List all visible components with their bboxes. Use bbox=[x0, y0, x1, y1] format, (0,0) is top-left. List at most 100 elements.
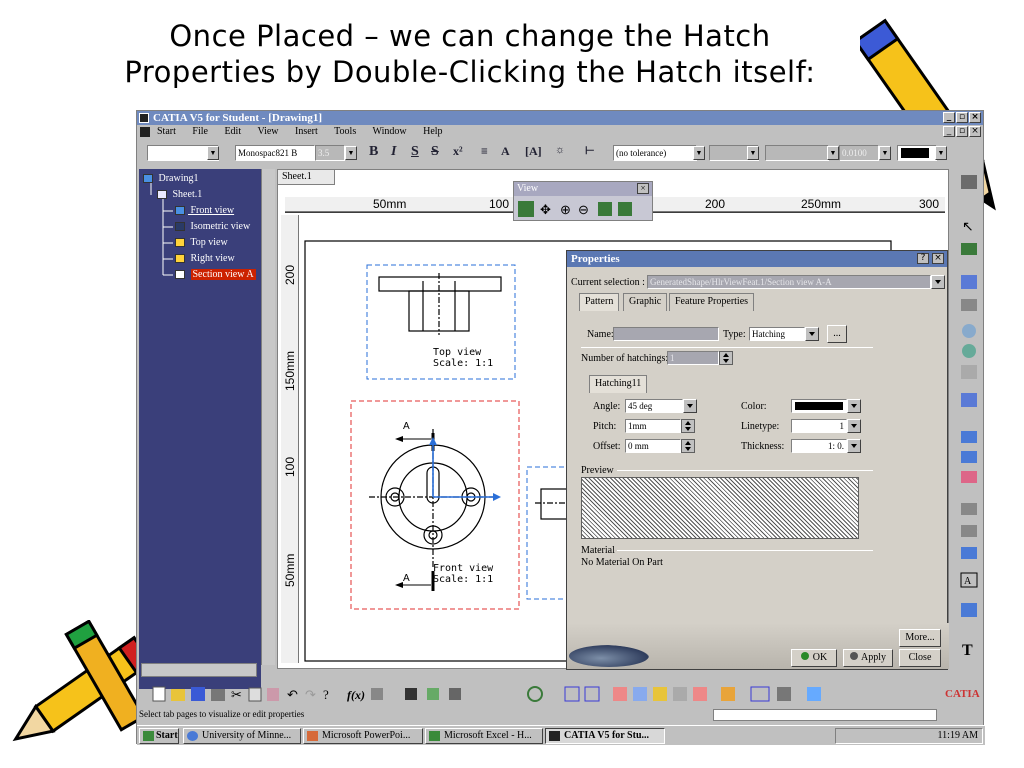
tree-item-isometric-view[interactable]: Isometric view bbox=[175, 221, 250, 233]
thickness-dropdown[interactable] bbox=[847, 439, 861, 453]
start-button[interactable]: Start bbox=[139, 728, 179, 744]
linetype-dropdown[interactable] bbox=[847, 419, 861, 433]
copy-icon[interactable] bbox=[248, 687, 262, 702]
task-powerpoint[interactable]: Microsoft PowerPoi... bbox=[303, 728, 423, 744]
tab-pattern[interactable]: Pattern bbox=[579, 293, 620, 311]
style-combo-arrow[interactable]: ▼ bbox=[207, 146, 219, 160]
fit-all-icon[interactable] bbox=[518, 201, 534, 217]
browse-button[interactable]: ... bbox=[827, 325, 847, 343]
color-dropdown[interactable] bbox=[847, 399, 861, 413]
chained-dimension-icon[interactable] bbox=[961, 525, 977, 537]
tolerance-arrow[interactable]: ▼ bbox=[693, 146, 705, 160]
task-excel[interactable]: Microsoft Excel - H... bbox=[425, 728, 543, 744]
num-hatchings-field[interactable]: 1 bbox=[667, 351, 719, 365]
menu-edit[interactable]: Edit bbox=[224, 126, 241, 137]
clipping-icon[interactable] bbox=[961, 393, 977, 407]
menu-start[interactable]: Start bbox=[157, 126, 176, 137]
hide-icon[interactable] bbox=[721, 687, 735, 701]
formula-icon[interactable]: f(x) bbox=[347, 688, 365, 702]
zoom-in-icon[interactable]: ⊕ bbox=[560, 202, 571, 217]
precision-arrow[interactable]: ▼ bbox=[827, 146, 839, 160]
close-window-button[interactable]: × bbox=[969, 112, 981, 123]
pitch-field[interactable]: 1mm bbox=[625, 419, 681, 433]
paste-icon[interactable] bbox=[267, 688, 279, 701]
menu-file[interactable]: File bbox=[192, 126, 208, 137]
italic-button[interactable]: I bbox=[391, 144, 396, 160]
view-toolbar-title[interactable]: View bbox=[514, 182, 652, 196]
grid-tool-icon[interactable] bbox=[961, 451, 977, 463]
detail-view-icon[interactable] bbox=[961, 365, 977, 379]
color-combo[interactable] bbox=[897, 145, 937, 161]
zoom-out-icon[interactable]: ⊖ bbox=[578, 202, 589, 217]
geometry-tool-icon[interactable] bbox=[961, 603, 977, 617]
normal-view-icon[interactable] bbox=[598, 202, 612, 216]
offset-spinner[interactable] bbox=[681, 439, 695, 453]
menu-tools[interactable]: Tools bbox=[334, 126, 356, 137]
tab-hatching11[interactable]: Hatching11 bbox=[589, 375, 648, 393]
angle-field[interactable]: 45 deg bbox=[625, 399, 683, 413]
tree-item-section-view[interactable]: Section view A bbox=[175, 269, 256, 281]
task-catia[interactable]: CATIA V5 for Stu... bbox=[545, 728, 665, 744]
precision-combo[interactable] bbox=[765, 145, 829, 161]
hatch-icon[interactable] bbox=[961, 299, 977, 311]
sheet-icon-tool[interactable] bbox=[961, 243, 977, 255]
tree-horizontal-scrollbar[interactable] bbox=[141, 663, 257, 677]
view-toolbar-close-button[interactable]: × bbox=[637, 183, 649, 194]
strikethrough-button[interactable]: S bbox=[431, 144, 439, 160]
render-icon[interactable] bbox=[807, 687, 821, 701]
thickness-field[interactable]: 1: 0. bbox=[791, 439, 847, 453]
apply-button[interactable]: Apply bbox=[843, 649, 893, 667]
command-input[interactable] bbox=[713, 709, 937, 721]
task-browser[interactable]: University of Minne... bbox=[183, 728, 301, 744]
view-creation-icon[interactable] bbox=[961, 275, 977, 289]
tab-feature-properties[interactable]: Feature Properties bbox=[669, 293, 755, 311]
whats-this-icon[interactable]: ? bbox=[323, 687, 329, 702]
frame-button[interactable]: [A] bbox=[525, 144, 542, 159]
ok-button[interactable]: OK bbox=[791, 649, 837, 667]
offset-field[interactable]: 0 mm bbox=[625, 439, 681, 453]
tree-item-front-view[interactable]: Front view bbox=[175, 205, 234, 217]
doc-close-button[interactable]: × bbox=[969, 126, 981, 137]
dimension-icon[interactable] bbox=[961, 503, 977, 515]
superscript-button[interactable]: x² bbox=[453, 144, 463, 159]
rectangle-tool-icon[interactable] bbox=[961, 431, 977, 443]
snap-icon[interactable] bbox=[584, 686, 600, 702]
type-dropdown[interactable] bbox=[805, 327, 819, 341]
tree-item-top-view[interactable]: Top view bbox=[175, 237, 228, 249]
name-field[interactable] bbox=[613, 327, 719, 341]
undo-icon[interactable]: ↶ bbox=[287, 687, 298, 702]
knowledge-icon[interactable] bbox=[371, 688, 383, 700]
minimize-button[interactable]: _ bbox=[943, 112, 955, 123]
bold-button[interactable]: B bbox=[369, 144, 378, 160]
redo-icon[interactable]: ↷ bbox=[305, 687, 316, 702]
new-icon[interactable] bbox=[152, 686, 166, 702]
anchor-button[interactable]: A bbox=[501, 144, 510, 159]
align-button[interactable]: ≡ bbox=[481, 144, 488, 159]
grid-icon[interactable] bbox=[564, 686, 580, 702]
dimension-system-icon[interactable] bbox=[633, 687, 647, 701]
sheet-view-icon[interactable] bbox=[618, 202, 632, 216]
num-hatchings-spinner[interactable] bbox=[719, 351, 733, 365]
print-icon[interactable] bbox=[211, 689, 225, 701]
overload-icon[interactable] bbox=[693, 687, 707, 701]
workbench-icon[interactable] bbox=[961, 175, 977, 189]
current-selection-dropdown[interactable] bbox=[931, 275, 945, 289]
open-icon[interactable] bbox=[171, 689, 185, 701]
font-size-arrow[interactable]: ▼ bbox=[345, 146, 357, 160]
insert-symbol-button[interactable]: ☼ bbox=[555, 144, 565, 156]
current-selection-field[interactable]: GeneratedShape/HlrViewFeat.1/Section vie… bbox=[647, 275, 931, 289]
pan-icon[interactable]: ✥ bbox=[540, 202, 551, 217]
color-arrow[interactable]: ▼ bbox=[935, 146, 947, 160]
font-name-combo[interactable]: Monospac821 B bbox=[235, 145, 315, 161]
menu-view[interactable]: View bbox=[257, 126, 278, 137]
tolerance-value-arrow[interactable]: ▼ bbox=[747, 146, 759, 160]
fill-icon[interactable] bbox=[405, 688, 417, 700]
font-size-combo[interactable]: 3.5 bbox=[315, 145, 345, 161]
tolerance-tool-icon[interactable] bbox=[961, 547, 977, 559]
analysis-icon[interactable] bbox=[449, 688, 461, 700]
pitch-spinner[interactable] bbox=[681, 419, 695, 433]
sheet-tab[interactable]: Sheet.1 bbox=[277, 169, 335, 185]
menu-insert[interactable]: Insert bbox=[295, 126, 318, 137]
properties-title[interactable]: Properties bbox=[567, 251, 947, 267]
graph-icon[interactable] bbox=[427, 688, 439, 700]
